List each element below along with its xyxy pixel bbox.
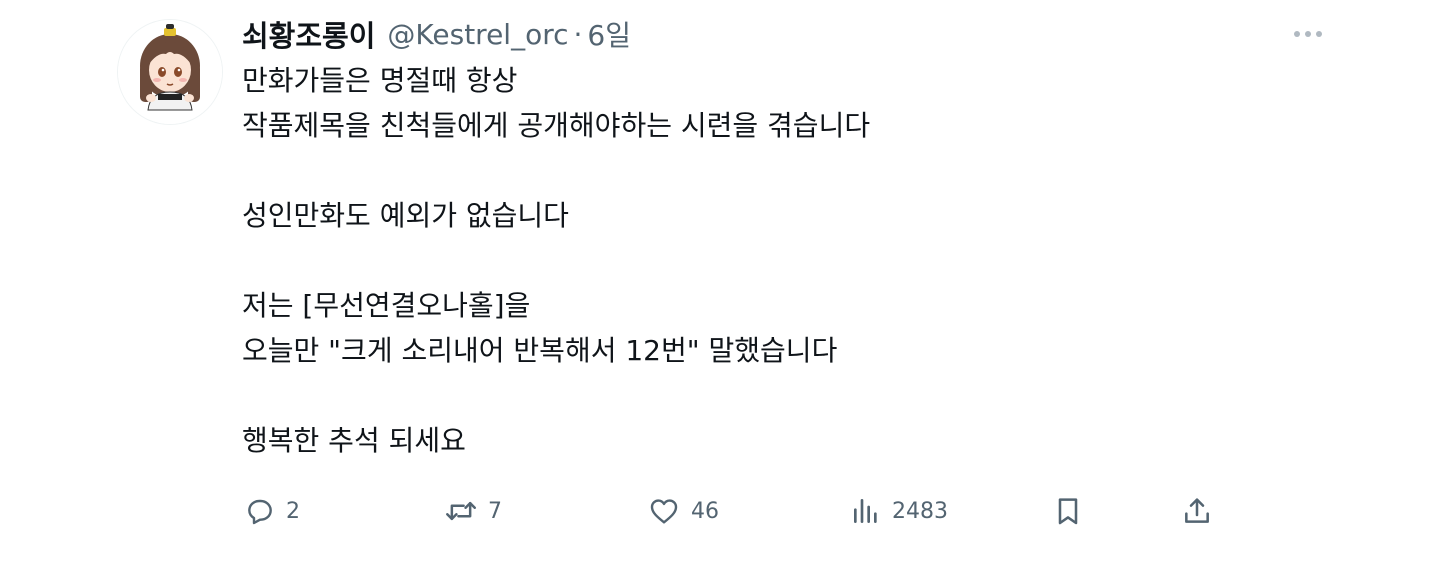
views-icon [854, 499, 877, 523]
reply-button[interactable]: 2 [244, 488, 300, 534]
like-count: 46 [691, 498, 719, 524]
author-handle[interactable]: @Kestrel_orc [387, 18, 568, 51]
tweet-timestamp[interactable]: 6일 [587, 14, 631, 54]
views-count: 2483 [892, 498, 948, 524]
bookmark-button[interactable] [1052, 488, 1084, 534]
share-button[interactable] [1181, 488, 1213, 534]
author-display-name[interactable]: 쇠황조롱이 [242, 13, 375, 55]
reply-count: 2 [286, 498, 300, 524]
retweet-count: 7 [488, 498, 502, 524]
header-separator: · [573, 17, 583, 51]
reply-icon [248, 499, 272, 525]
like-button[interactable]: 46 [647, 488, 719, 534]
tweet-header: 쇠황조롱이 @Kestrel_orc · 6일 [242, 10, 631, 58]
more-dots-icon [1294, 31, 1322, 37]
avatar-illustration [118, 20, 222, 124]
views-button[interactable]: 2483 [850, 488, 948, 534]
share-icon [1185, 498, 1209, 523]
more-options-button[interactable] [1290, 22, 1326, 46]
retweet-button[interactable]: 7 [444, 488, 502, 534]
retweet-icon [446, 501, 476, 521]
tweet-actions-bar: 2 7 46 2483 [0, 488, 1447, 534]
bookmark-icon [1058, 498, 1078, 525]
author-avatar[interactable] [118, 20, 222, 124]
heart-icon [650, 499, 678, 524]
tweet-text: 만화가들은 명절때 항상 작품제목을 친척들에게 공개해야하는 시련을 겪습니다… [242, 64, 871, 457]
tweet-card[interactable]: 쇠황조롱이 @Kestrel_orc · 6일 만화가들은 명절때 항상 작품제… [0, 0, 1447, 576]
